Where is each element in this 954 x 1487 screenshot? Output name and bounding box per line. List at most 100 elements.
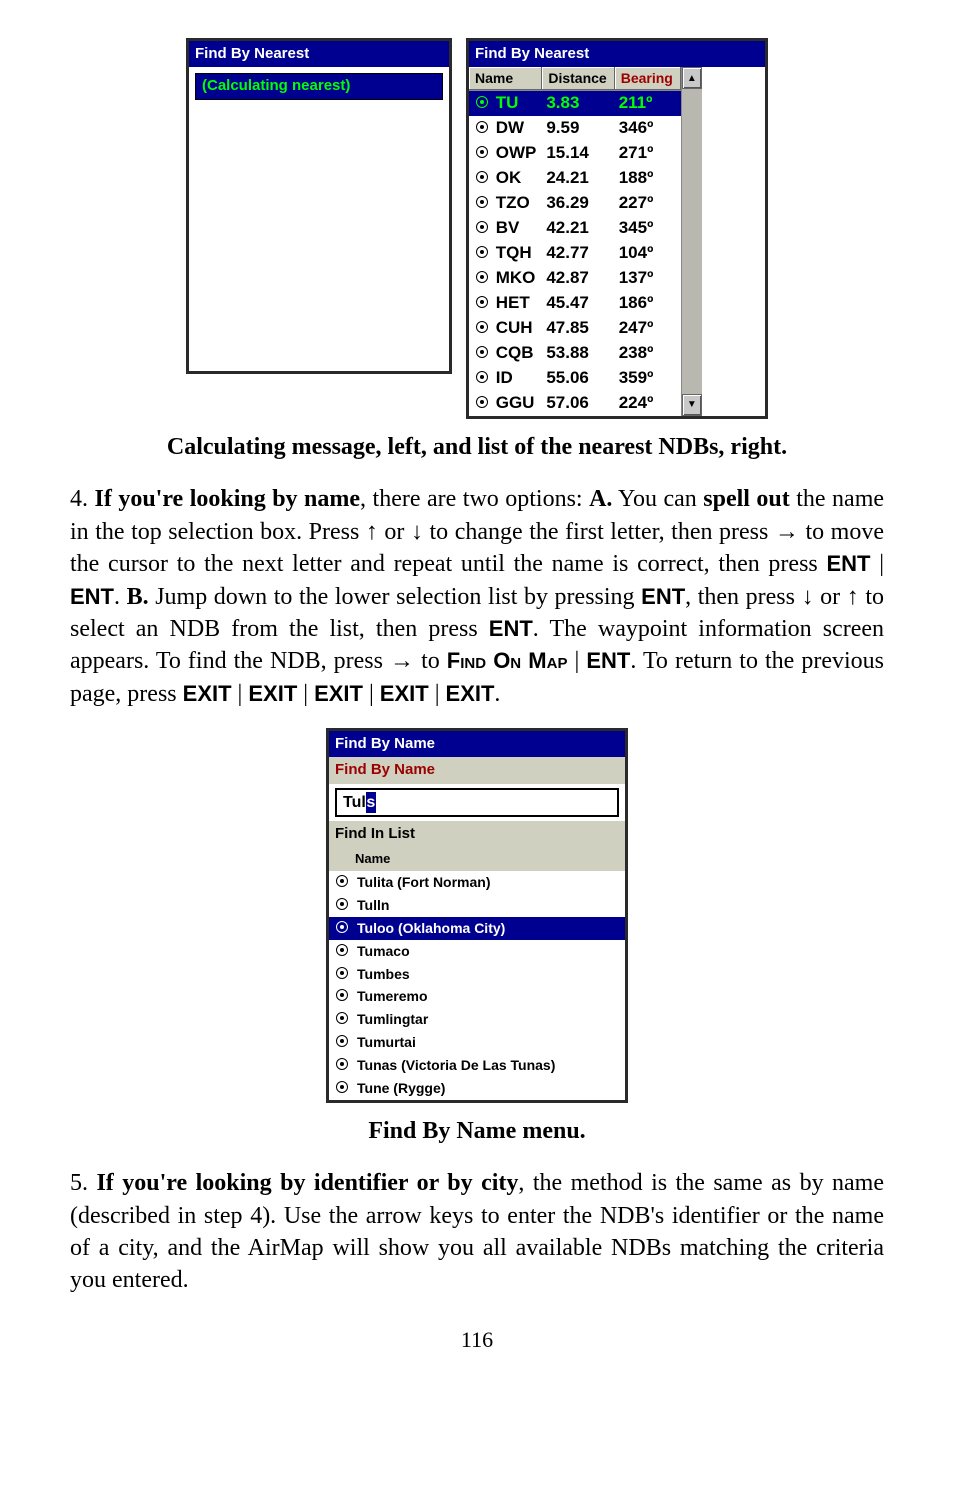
table-row[interactable]: CQB53.88238º bbox=[469, 341, 681, 366]
list-item[interactable]: Tumurtai bbox=[329, 1031, 625, 1054]
figure-nearest-panels: Find By Nearest (Calculating nearest) Fi… bbox=[70, 38, 884, 419]
pipe: | bbox=[297, 681, 314, 707]
table-row[interactable]: TU3.83211º bbox=[469, 91, 681, 116]
cell-distance: 15.14 bbox=[542, 141, 614, 166]
table-row[interactable]: TZO36.29227º bbox=[469, 191, 681, 216]
ndb-icon bbox=[473, 217, 491, 240]
key-ent: ENT bbox=[586, 648, 630, 673]
panel-title: Find By Nearest bbox=[189, 41, 449, 67]
col-bearing[interactable]: Bearing bbox=[615, 67, 681, 90]
panel-calculating: Find By Nearest (Calculating nearest) bbox=[186, 38, 452, 374]
figure-caption: Calculating message, left, and list of t… bbox=[70, 431, 884, 463]
ndb-icon bbox=[333, 873, 351, 892]
cell-distance: 42.77 bbox=[542, 241, 614, 266]
cell-bearing: 346º bbox=[615, 116, 681, 141]
key-exit: EXIT bbox=[446, 681, 495, 706]
cell-name: TQH bbox=[469, 241, 542, 266]
list-item-label: Tumlingtar bbox=[357, 1010, 428, 1029]
ndb-icon bbox=[333, 1033, 351, 1052]
list-item-label: Tumaco bbox=[357, 942, 410, 961]
ndb-icon bbox=[333, 1056, 351, 1075]
cell-bearing: 104º bbox=[615, 241, 681, 266]
table-row[interactable]: CUH47.85247º bbox=[469, 316, 681, 341]
text: , there are two options: bbox=[360, 486, 589, 512]
key-exit: EXIT bbox=[380, 681, 429, 706]
text: to change the first letter, then press bbox=[423, 519, 775, 545]
step-4: 4. If you're looking by name, there are … bbox=[70, 483, 884, 710]
key-ent: ENT bbox=[826, 551, 870, 576]
col-name[interactable]: Name bbox=[469, 67, 542, 90]
cell-distance: 57.06 bbox=[542, 391, 614, 416]
cell-bearing: 359º bbox=[615, 366, 681, 391]
arrow-down-icon: ↓ bbox=[802, 584, 814, 610]
scrollbar[interactable]: ▲ ▼ bbox=[681, 67, 702, 416]
pipe: | bbox=[429, 681, 446, 707]
list-item[interactable]: Tune (Rygge) bbox=[329, 1077, 625, 1100]
table-row[interactable]: OK24.21188º bbox=[469, 166, 681, 191]
text: or bbox=[814, 584, 847, 610]
list-item[interactable]: Tumeremo bbox=[329, 985, 625, 1008]
cell-name: ID bbox=[469, 366, 542, 391]
table-row[interactable]: DW9.59346º bbox=[469, 116, 681, 141]
scroll-up-icon[interactable]: ▲ bbox=[682, 67, 702, 89]
nearest-table: Name Distance Bearing TU3.83211º DW9.593… bbox=[469, 67, 681, 416]
panel-title: Find By Name bbox=[329, 731, 625, 757]
cell-bearing: 186º bbox=[615, 291, 681, 316]
cell-bearing: 137º bbox=[615, 266, 681, 291]
pipe: | bbox=[363, 681, 380, 707]
ndb-icon bbox=[333, 1010, 351, 1029]
cell-bearing: 247º bbox=[615, 316, 681, 341]
cell-name: TZO bbox=[469, 191, 542, 216]
arrow-up-icon: ↑ bbox=[847, 584, 859, 610]
pipe: | bbox=[870, 551, 884, 577]
cell-bearing: 211º bbox=[615, 91, 681, 116]
cell-bearing: 238º bbox=[615, 341, 681, 366]
arrow-up-icon: ↑ bbox=[366, 519, 378, 545]
list-item[interactable]: Tumaco bbox=[329, 940, 625, 963]
list-item-label: Tumurtai bbox=[357, 1033, 416, 1052]
list-item[interactable]: Tulita (Fort Norman) bbox=[329, 871, 625, 894]
table-row[interactable]: HET45.47186º bbox=[469, 291, 681, 316]
ndb-icon bbox=[473, 117, 491, 140]
label-a: A. bbox=[589, 486, 612, 512]
cell-name: BV bbox=[469, 216, 542, 241]
list-item[interactable]: Tumbes bbox=[329, 963, 625, 986]
scroll-down-icon[interactable]: ▼ bbox=[682, 394, 702, 416]
arrow-right-icon: → bbox=[390, 648, 414, 674]
ndb-icon bbox=[473, 342, 491, 365]
cell-name: HET bbox=[469, 291, 542, 316]
cell-name: CUH bbox=[469, 316, 542, 341]
name-list[interactable]: Tulita (Fort Norman)TullnTuloo (Oklahoma… bbox=[329, 871, 625, 1100]
col-distance[interactable]: Distance bbox=[542, 67, 614, 90]
list-item[interactable]: Tulln bbox=[329, 894, 625, 917]
panel-title: Find By Nearest bbox=[469, 41, 765, 67]
cell-distance: 42.87 bbox=[542, 266, 614, 291]
list-item[interactable]: Tunas (Victoria De Las Tunas) bbox=[329, 1054, 625, 1077]
panel-nearest-list: Find By Nearest Name Distance Bearing TU… bbox=[466, 38, 768, 419]
cell-distance: 9.59 bbox=[542, 116, 614, 141]
name-input[interactable]: Tuls bbox=[335, 788, 619, 818]
scroll-track[interactable] bbox=[682, 89, 702, 394]
cell-bearing: 188º bbox=[615, 166, 681, 191]
table-row[interactable]: OWP15.14271º bbox=[469, 141, 681, 166]
table-row[interactable]: ID55.06359º bbox=[469, 366, 681, 391]
ndb-icon bbox=[473, 92, 491, 115]
input-value: Tul bbox=[343, 792, 366, 814]
list-item[interactable]: Tumlingtar bbox=[329, 1008, 625, 1031]
text: . bbox=[494, 681, 500, 707]
ndb-icon bbox=[333, 896, 351, 915]
ndb-icon bbox=[333, 965, 351, 984]
col-name: Name bbox=[329, 847, 625, 871]
cell-name: CQB bbox=[469, 341, 542, 366]
ndb-icon bbox=[473, 267, 491, 290]
table-row[interactable]: MKO42.87137º bbox=[469, 266, 681, 291]
list-item[interactable]: Tuloo (Oklahoma City) bbox=[329, 917, 625, 940]
list-item-label: Tunas (Victoria De Las Tunas) bbox=[357, 1056, 555, 1075]
table-row[interactable]: GGU57.06224º bbox=[469, 391, 681, 416]
table-row[interactable]: BV42.21345º bbox=[469, 216, 681, 241]
ndb-icon bbox=[473, 367, 491, 390]
ndb-icon bbox=[473, 242, 491, 265]
cell-distance: 53.88 bbox=[542, 341, 614, 366]
table-row[interactable]: TQH42.77104º bbox=[469, 241, 681, 266]
step-heading: If you're looking by identifier or by ci… bbox=[96, 1170, 518, 1196]
